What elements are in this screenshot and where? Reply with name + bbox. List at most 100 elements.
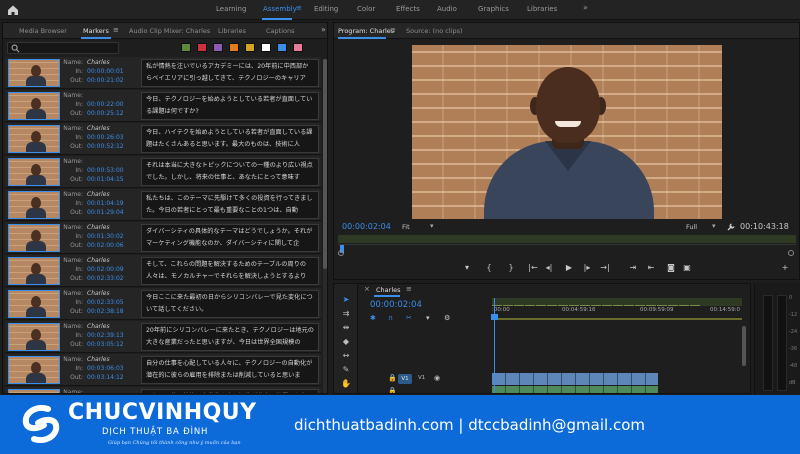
- workspace-tab-audio[interactable]: Audio: [437, 5, 457, 13]
- wrench-icon[interactable]: [726, 222, 736, 232]
- add-marker-icon[interactable]: ▾: [426, 314, 430, 322]
- lock-icon[interactable]: 🔒: [388, 387, 397, 393]
- extract-button[interactable]: ⇤: [644, 263, 658, 272]
- color-filter-swatch[interactable]: [293, 43, 303, 52]
- track-select-tool-icon[interactable]: ⇉: [340, 308, 352, 320]
- marker-out-time[interactable]: 00:02:00:06: [87, 242, 124, 249]
- marker-row[interactable]: Name: Charles In: 00:00:00:01 Out: 00:00:21:0…: [5, 57, 321, 89]
- tab-audio-clip-mixer[interactable]: Audio Clip Mixer: Charles: [129, 27, 210, 35]
- timeline-marker[interactable]: [536, 305, 546, 306]
- marker-row[interactable]: Name: In: 00:00:22:00 Out: 00:00:25:12 今日、テクノ…: [5, 90, 321, 122]
- resolution-select[interactable]: Full: [686, 223, 697, 231]
- marker-row[interactable]: Name:In:Out:これらの他の技術の自動化や人工知能が仕事の性質に与え: [5, 387, 321, 393]
- timeline-marker[interactable]: [547, 305, 557, 306]
- mark-out-button[interactable]: }: [504, 263, 518, 272]
- color-filter-swatch[interactable]: [229, 43, 239, 52]
- pen-tool-icon[interactable]: ✎: [340, 364, 352, 376]
- marker-row[interactable]: Name: In: 00:00:53:00 Out: 00:01:04:15 それは本当に…: [5, 156, 321, 188]
- timeline-marker[interactable]: [657, 305, 667, 306]
- marker-in-time[interactable]: 00:01:30:02: [87, 233, 124, 240]
- playhead-timecode[interactable]: 00:00:02:04: [342, 222, 391, 231]
- monitor-marker-bar[interactable]: ChaiCharChaiCharCharlCharlChaiChaChaiCha…: [338, 235, 796, 243]
- eye-icon[interactable]: ◉: [434, 374, 440, 382]
- timeline-marker[interactable]: [668, 305, 678, 306]
- video-clips[interactable]: [492, 373, 658, 385]
- marker-out-time[interactable]: 00:00:21:02: [87, 77, 124, 84]
- step-forward-button[interactable]: |▸: [580, 263, 594, 272]
- in-point-handle[interactable]: [338, 250, 344, 256]
- workspace-tab-libraries[interactable]: Libraries: [527, 5, 557, 13]
- add-button[interactable]: +: [778, 263, 792, 272]
- marker-in-time[interactable]: 00:02:33:05: [87, 299, 124, 306]
- timeline-marker[interactable]: [602, 305, 612, 306]
- color-filter-swatch[interactable]: [181, 43, 191, 52]
- marker-comment-field[interactable]: そして、これらの問題を解決するためのテーブルの周りの人々は、モノカルチャーでそれ…: [141, 257, 319, 285]
- marker-comment-field[interactable]: 今日、ハイテクを始めようとしている若者が直面している課題はたくさんあると思います…: [141, 125, 319, 153]
- timeline-timecode[interactable]: 00:00:02:04: [370, 300, 422, 310]
- hand-tool-icon[interactable]: ✋: [340, 378, 352, 390]
- marker-in-time[interactable]: 00:02:39:13: [87, 332, 124, 339]
- marker-row[interactable]: Name: Charles In: 00:02:00:09 Out: 00:02:33:0…: [5, 255, 321, 287]
- timeline-marker[interactable]: [690, 305, 700, 306]
- source-patch-v1[interactable]: V1: [398, 374, 412, 384]
- tab-markers[interactable]: Markers: [83, 27, 109, 35]
- timeline-marker[interactable]: [679, 305, 689, 306]
- panel-overflow-icon[interactable]: »: [321, 25, 326, 34]
- timeline-scrollbar[interactable]: [741, 326, 747, 392]
- timeline-marker[interactable]: [613, 305, 623, 306]
- mark-in-button[interactable]: {: [482, 263, 496, 272]
- work-area-bar[interactable]: [492, 318, 742, 320]
- timeline-marker[interactable]: [503, 305, 513, 306]
- slip-tool-icon[interactable]: ↔: [340, 350, 352, 362]
- marker-search-input[interactable]: [7, 42, 119, 54]
- audio-clips[interactable]: [492, 386, 658, 393]
- marker-in-time[interactable]: 00:01:04:19: [87, 200, 124, 207]
- marker-out-time[interactable]: 00:01:29:04: [87, 209, 124, 216]
- timeline-marker[interactable]: [591, 305, 601, 306]
- marker-out-time[interactable]: 00:00:25:12: [87, 110, 124, 117]
- export-frame-button[interactable]: ◙: [664, 263, 678, 272]
- marker-comment-field[interactable]: 今日、テクノロジーを始めようとしている若者が直面している課題は何ですか?: [141, 92, 319, 120]
- marker-out-time[interactable]: 00:00:52:12: [87, 143, 124, 150]
- marker-row[interactable]: Name: Charles In: 00:00:26:03 Out: 00:00:52:1…: [5, 123, 321, 155]
- timeline-playhead[interactable]: [494, 298, 495, 393]
- comparison-view-button[interactable]: ▣: [680, 263, 694, 272]
- marker-comment-field[interactable]: 自分の仕事を心配している人々に、テクノロジーの自動化が潜在的に彼らの雇用を排除ま…: [141, 356, 319, 384]
- chevron-down-icon[interactable]: ▾: [430, 222, 434, 230]
- marker-comment-field[interactable]: 私たちは、このテーマに先駆けて多くの投資を行ってきました。今日の若者にとって最も…: [141, 191, 319, 219]
- play-button[interactable]: ▶: [562, 263, 576, 272]
- marker-row[interactable]: Name: Charles In: 00:02:39:13 Out: 00:03:05:1…: [5, 321, 321, 353]
- marker-out-time[interactable]: 00:01:04:15: [87, 176, 124, 183]
- sequence-tab[interactable]: Charles: [376, 286, 401, 294]
- tab-program[interactable]: Program: Charles: [338, 27, 394, 35]
- color-filter-swatch[interactable]: [277, 43, 287, 52]
- snap-icon[interactable]: ∩: [388, 314, 393, 322]
- color-filter-swatch[interactable]: [261, 43, 271, 52]
- timeline-marker[interactable]: [525, 305, 535, 306]
- go-to-out-button[interactable]: →|: [598, 263, 612, 272]
- marker-out-time[interactable]: 00:02:38:18: [87, 308, 124, 315]
- marker-in-time[interactable]: 00:03:06:03: [87, 365, 124, 372]
- timeline-marker-bar[interactable]: [492, 298, 742, 306]
- workspace-tab-color[interactable]: Color: [357, 5, 375, 13]
- panel-menu-icon[interactable]: ≡: [113, 26, 119, 34]
- workspace-menu-icon[interactable]: ≡: [296, 4, 302, 12]
- monitor-time-ruler[interactable]: [338, 244, 796, 256]
- timeline-marker[interactable]: [646, 305, 656, 306]
- timeline-settings-icon[interactable]: ⚙: [444, 314, 450, 322]
- workspace-tab-learning[interactable]: Learning: [216, 5, 246, 13]
- timeline-marker[interactable]: [558, 305, 568, 306]
- close-icon[interactable]: ×: [364, 285, 370, 293]
- workspace-tab-graphics[interactable]: Graphics: [478, 5, 509, 13]
- marker-row[interactable]: Name: Charles In: 00:03:06:03 Out: 00:03:14:1…: [5, 354, 321, 386]
- linked-selection-icon[interactable]: ✂: [406, 314, 412, 322]
- add-marker-button[interactable]: ▾: [460, 263, 474, 272]
- tab-captions[interactable]: Captions: [266, 27, 295, 35]
- workspace-tab-assembly[interactable]: Assembly: [263, 5, 297, 13]
- marker-list-scrollbar[interactable]: [323, 59, 327, 393]
- marker-row[interactable]: Name: Charles In: 00:01:30:02 Out: 00:02:00:0…: [5, 222, 321, 254]
- panel-menu-icon[interactable]: ≡: [390, 26, 396, 34]
- workspace-overflow-icon[interactable]: »: [583, 3, 588, 12]
- playhead-handle[interactable]: [491, 314, 498, 320]
- go-to-in-button[interactable]: |←: [526, 263, 540, 272]
